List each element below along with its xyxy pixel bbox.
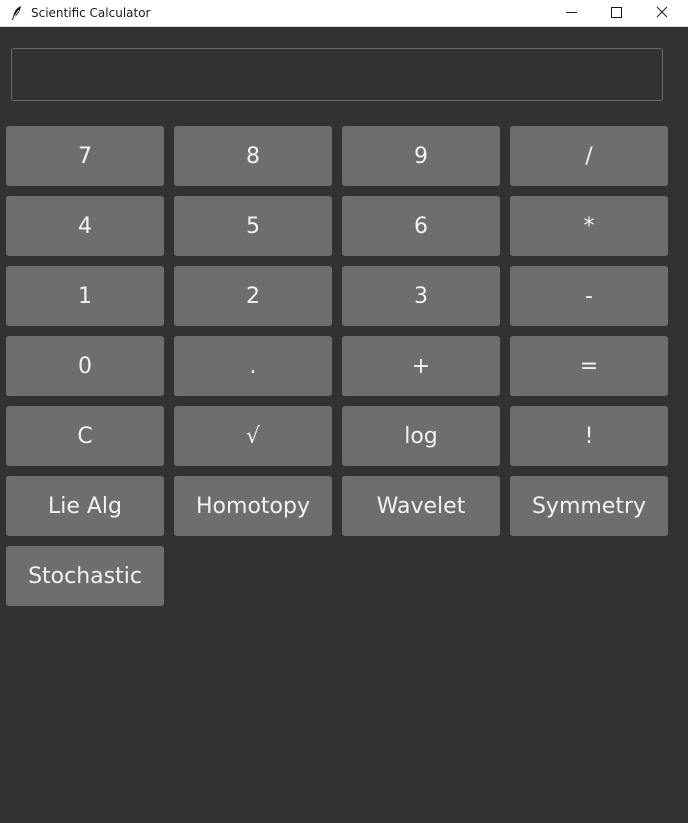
feather-icon xyxy=(12,6,21,20)
key-add-button[interactable]: + xyxy=(342,336,500,396)
key-log-button[interactable]: log xyxy=(342,406,500,466)
key-5-button[interactable]: 5 xyxy=(174,196,332,256)
key-homotopy-button[interactable]: Homotopy xyxy=(174,476,332,536)
key-equals-button[interactable]: = xyxy=(510,336,668,396)
title-bar: Scientific Calculator xyxy=(0,0,688,27)
maximize-button[interactable] xyxy=(594,0,640,26)
key-wavelet-button[interactable]: Wavelet xyxy=(342,476,500,536)
key-multiply-button[interactable]: * xyxy=(510,196,668,256)
key-9-button[interactable]: 9 xyxy=(342,126,500,186)
key-sqrt-button[interactable]: √ xyxy=(174,406,332,466)
key-6-button[interactable]: 6 xyxy=(342,196,500,256)
maximize-icon xyxy=(611,7,622,18)
display-input[interactable] xyxy=(11,48,663,101)
key-3-button[interactable]: 3 xyxy=(342,266,500,326)
key-7-button[interactable]: 7 xyxy=(6,126,164,186)
key-8-button[interactable]: 8 xyxy=(174,126,332,186)
key-4-button[interactable]: 4 xyxy=(6,196,164,256)
minimize-button[interactable] xyxy=(549,0,595,26)
key-subtract-button[interactable]: - xyxy=(510,266,668,326)
key-divide-button[interactable]: / xyxy=(510,126,668,186)
calculator-body: 7 8 9/ 4 5 6 * 1 2 3- 0. + = C √ log! Lie Alg Homotopy Wav… xyxy=(0,27,688,823)
close-icon xyxy=(656,6,668,18)
key-1-button[interactable]: 1 xyxy=(6,266,164,326)
key-lie-alg-button[interactable]: Lie Alg xyxy=(6,476,164,536)
key-2-button[interactable]: 2 xyxy=(174,266,332,326)
key-clear-button[interactable]: C xyxy=(6,406,164,466)
key-symmetry-button[interactable]: Symmetry xyxy=(510,476,668,536)
key-factorial-button[interactable]: ! xyxy=(510,406,668,466)
key-stochastic-button[interactable]: Stochastic xyxy=(6,546,164,606)
key-decimal-button[interactable]: . xyxy=(174,336,332,396)
close-button[interactable] xyxy=(640,0,686,26)
window-title: Scientific Calculator xyxy=(31,6,151,20)
minimize-icon xyxy=(566,12,577,13)
key-0-button[interactable]: 0 xyxy=(6,336,164,396)
